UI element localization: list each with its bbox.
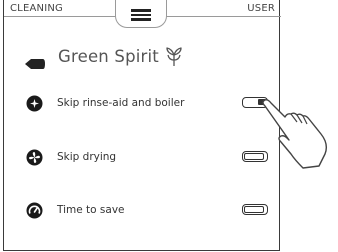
hand-pointer-icon <box>257 94 337 173</box>
toggle-knob <box>244 206 264 213</box>
option-row-rinse: Skip rinse-aid and boiler <box>20 93 275 115</box>
option-row-drying: Skip drying <box>20 147 275 169</box>
device-screen: CLEANING USER Green Spirit Skip rinse-ai… <box>3 0 281 251</box>
gauge-icon <box>26 202 43 223</box>
option-row-time: Time to save <box>20 200 275 222</box>
sparkle-icon <box>26 95 43 116</box>
tab-user[interactable]: USER <box>247 3 275 14</box>
option-label: Skip drying <box>57 151 117 163</box>
page-title: Green Spirit <box>58 47 159 66</box>
toggle-switch[interactable] <box>242 204 268 215</box>
leaf-icon <box>165 47 183 71</box>
page-header: Green Spirit <box>18 46 268 72</box>
option-label: Skip rinse-aid and boiler <box>57 97 185 109</box>
hamburger-icon <box>131 9 151 21</box>
back-arrow-icon[interactable] <box>25 54 45 73</box>
tab-cleaning[interactable]: CLEANING <box>10 3 63 14</box>
fan-icon <box>26 149 43 170</box>
menu-button[interactable] <box>115 0 167 28</box>
option-label: Time to save <box>57 204 125 216</box>
